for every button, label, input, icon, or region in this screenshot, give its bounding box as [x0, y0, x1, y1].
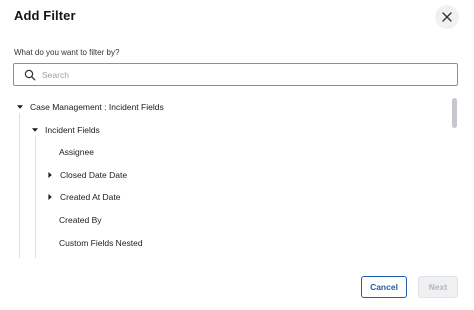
tree-item-created-at-date[interactable]: Created At Date — [46, 188, 120, 206]
caret-right-icon[interactable] — [46, 193, 54, 201]
search-icon — [24, 69, 36, 81]
add-filter-dialog: Add Filter What do you want to filter by… — [0, 0, 474, 310]
tree-item-case-management[interactable]: Case Management : Incident Fields — [16, 98, 164, 116]
tree-item-label: Created At Date — [60, 192, 121, 202]
tree-item-created-by[interactable]: Created By — [59, 211, 102, 229]
tree-guide-line — [19, 113, 20, 258]
field-tree: Case Management : Incident Fields Incide… — [0, 96, 460, 258]
tree-item-label: Closed Date Date — [60, 170, 128, 180]
tree-item-custom-fields-nested[interactable]: Custom Fields Nested — [59, 234, 143, 252]
caret-down-icon[interactable] — [16, 103, 24, 111]
cancel-button[interactable]: Cancel — [361, 276, 407, 298]
tree-item-label: Assignee — [59, 147, 94, 157]
tree-item-assignee[interactable]: Assignee — [59, 143, 94, 161]
search-input[interactable] — [42, 67, 442, 83]
tree-item-label: Incident Fields — [45, 125, 100, 135]
tree-item-incident-fields[interactable]: Incident Fields — [31, 121, 100, 139]
search-field[interactable] — [13, 63, 458, 86]
close-button[interactable] — [435, 5, 459, 29]
scrollbar-thumb[interactable] — [452, 98, 457, 128]
tree-guide-line — [35, 136, 36, 258]
dialog-title: Add Filter — [14, 8, 76, 23]
tree-item-closed-date[interactable]: Closed Date Date — [46, 166, 127, 184]
filter-prompt-label: What do you want to filter by? — [14, 48, 120, 57]
tree-item-label: Created By — [59, 215, 102, 225]
caret-right-icon[interactable] — [46, 171, 54, 179]
tree-scrollbar[interactable] — [452, 96, 458, 256]
close-icon — [442, 12, 452, 22]
tree-item-label: Case Management : Incident Fields — [30, 102, 164, 112]
tree-item-label: Custom Fields Nested — [59, 238, 143, 248]
caret-down-icon[interactable] — [31, 126, 39, 134]
next-button[interactable]: Next — [418, 276, 458, 298]
